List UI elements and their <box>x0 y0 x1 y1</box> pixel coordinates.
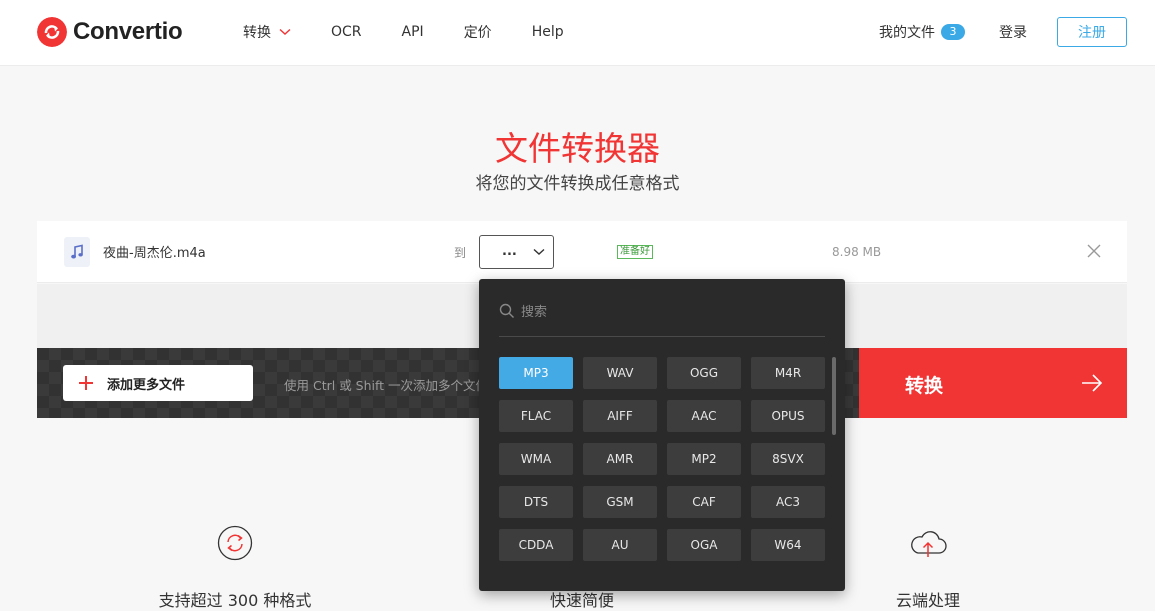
format-option-au[interactable]: AU <box>583 529 657 561</box>
nav-api[interactable]: API <box>402 22 424 42</box>
format-grid: MP3 WAV OGG M4R FLAC AIFF AAC OPUS WMA AMR MP2 8SVX… <box>499 357 825 561</box>
close-icon[interactable] <box>1087 244 1101 258</box>
page-subtitle: 将您的文件转换成任意格式 <box>475 174 680 194</box>
format-option-opus[interactable]: OPUS <box>751 400 825 432</box>
login-link[interactable]: 登录 <box>999 22 1027 42</box>
format-option-wma[interactable]: WMA <box>499 443 573 475</box>
format-option-cdda[interactable]: CDDA <box>499 529 573 561</box>
format-search-input[interactable] <box>521 299 821 325</box>
arrow-right-icon <box>1082 374 1103 392</box>
music-note-icon <box>64 237 90 267</box>
convertio-logo-icon <box>37 17 67 47</box>
format-option-aac[interactable]: AAC <box>667 400 741 432</box>
format-option-ac3[interactable]: AC3 <box>751 486 825 518</box>
selected-format: ... <box>502 244 517 259</box>
nav-convert[interactable]: 转换 <box>243 22 291 42</box>
format-option-aiff[interactable]: AIFF <box>583 400 657 432</box>
header-actions: 我的文件 3 登录 注册 <box>879 17 1127 47</box>
format-option-mp2[interactable]: MP2 <box>667 443 741 475</box>
nav-ocr-label: OCR <box>331 24 362 40</box>
convert-button[interactable]: 转换 <box>859 348 1127 418</box>
format-option-oga[interactable]: OGA <box>667 529 741 561</box>
nav-api-label: API <box>401 24 424 40</box>
feature-formats: 支持超过 300 种格式 <box>85 525 385 611</box>
nav-ocr[interactable]: OCR <box>331 22 362 42</box>
plus-icon <box>79 376 93 390</box>
chevron-down-icon <box>533 248 545 255</box>
status-badge: 准备好 <box>617 245 653 259</box>
nav-help[interactable]: Help <box>532 22 564 42</box>
to-label: 到 <box>454 246 467 260</box>
format-option-ogg[interactable]: OGG <box>667 357 741 389</box>
convert-label: 转换 <box>905 375 944 397</box>
logo-text: Convertio <box>73 18 183 45</box>
signup-button[interactable]: 注册 <box>1057 17 1127 47</box>
format-option-8svx[interactable]: 8SVX <box>751 443 825 475</box>
format-option-wav[interactable]: WAV <box>583 357 657 389</box>
chevron-down-icon <box>279 28 291 35</box>
add-more-files-label: 添加更多文件 <box>107 377 186 393</box>
main-nav: 转换 OCR API 定价 Help <box>243 22 604 42</box>
feature-formats-label: 支持超过 300 种格式 <box>158 591 312 610</box>
my-files-link[interactable]: 我的文件 3 <box>879 22 965 42</box>
format-dropdown: MP3 WAV OGG M4R FLAC AIFF AAC OPUS WMA AMR MP2 8SVX… <box>479 279 845 591</box>
my-files-count-badge: 3 <box>941 24 965 40</box>
format-option-flac[interactable]: FLAC <box>499 400 573 432</box>
logo[interactable]: Convertio <box>37 16 183 48</box>
my-files-label: 我的文件 <box>879 25 935 41</box>
refresh-icon <box>217 525 253 561</box>
header: Convertio 转换 OCR API 定价 Help 我的文件 3 登录 注… <box>0 0 1155 66</box>
format-option-dts[interactable]: DTS <box>499 486 573 518</box>
nav-help-label: Help <box>531 24 564 40</box>
dropdown-scrollbar[interactable] <box>832 357 836 435</box>
format-option-amr[interactable]: AMR <box>583 443 657 475</box>
file-name: 夜曲-周杰伦.m4a <box>103 246 206 261</box>
page-title: 文件转换器 <box>495 129 660 168</box>
cloud-upload-icon <box>911 531 947 557</box>
nav-pricing[interactable]: 定价 <box>464 22 492 42</box>
format-option-w64[interactable]: W64 <box>751 529 825 561</box>
add-more-files-button[interactable]: 添加更多文件 <box>63 365 253 401</box>
format-option-caf[interactable]: CAF <box>667 486 741 518</box>
output-format-select[interactable]: ... <box>479 235 554 269</box>
file-size: 8.98 MB <box>832 245 882 259</box>
format-search <box>499 299 825 337</box>
nav-convert-label: 转换 <box>243 25 271 41</box>
nav-pricing-label: 定价 <box>463 25 492 41</box>
multi-select-hint: 使用 Ctrl 或 Shift 一次添加多个文件 <box>284 378 489 393</box>
format-option-mp3[interactable]: MP3 <box>499 357 573 389</box>
format-option-gsm[interactable]: GSM <box>583 486 657 518</box>
format-option-m4r[interactable]: M4R <box>751 357 825 389</box>
file-row: 夜曲-周杰伦.m4a 到 ... 准备好 8.98 MB <box>37 221 1127 283</box>
search-icon <box>499 303 514 318</box>
